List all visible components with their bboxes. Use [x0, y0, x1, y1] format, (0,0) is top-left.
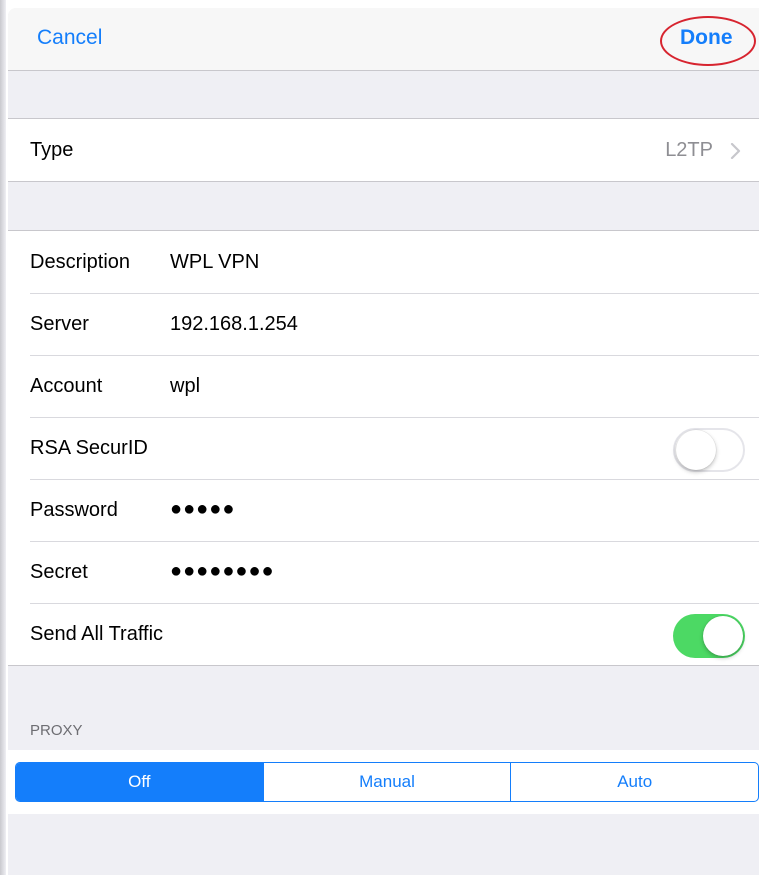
- chevron-right-icon: [730, 143, 741, 159]
- type-label: Type: [30, 139, 74, 161]
- rsa-securid-toggle[interactable]: [673, 428, 745, 472]
- left-edge: [0, 0, 6, 875]
- type-row[interactable]: Type L2TP: [8, 119, 759, 181]
- server-row[interactable]: Server 192.168.1.254: [8, 293, 759, 355]
- account-field[interactable]: wpl: [170, 375, 200, 398]
- done-button[interactable]: Done: [680, 26, 733, 50]
- server-field[interactable]: 192.168.1.254: [170, 313, 298, 336]
- secret-field[interactable]: ●●●●●●●●: [170, 560, 275, 583]
- type-value: L2TP: [665, 139, 713, 161]
- proxy-option-auto[interactable]: Auto: [510, 763, 758, 801]
- toggle-knob: [703, 616, 743, 656]
- send-all-traffic-toggle[interactable]: [673, 614, 745, 658]
- server-label: Server: [30, 313, 89, 335]
- vpn-settings-group: Description WPL VPN Server 192.168.1.254…: [8, 230, 759, 666]
- proxy-group: Off Manual Auto: [8, 750, 759, 814]
- secret-label: Secret: [30, 561, 88, 583]
- type-group: Type L2TP: [8, 118, 759, 182]
- description-field[interactable]: WPL VPN: [170, 251, 259, 274]
- proxy-option-manual[interactable]: Manual: [262, 763, 511, 801]
- proxy-option-off[interactable]: Off: [16, 763, 263, 801]
- send-all-traffic-row: Send All Traffic: [8, 603, 759, 665]
- navigation-bar: Cancel Done: [8, 8, 759, 71]
- cancel-button[interactable]: Cancel: [37, 26, 102, 50]
- description-label: Description: [30, 251, 131, 273]
- password-field[interactable]: ●●●●●: [170, 498, 235, 521]
- account-row[interactable]: Account wpl: [8, 355, 759, 417]
- proxy-section-header: PROXY: [30, 722, 83, 739]
- account-label: Account: [30, 375, 103, 397]
- send-all-traffic-label: Send All Traffic: [30, 623, 164, 645]
- toggle-knob: [676, 430, 716, 470]
- proxy-segmented-control: Off Manual Auto: [15, 762, 759, 802]
- vpn-config-sheet: Cancel Done Type L2TP Description WPL VP…: [8, 8, 759, 875]
- password-label: Password: [30, 499, 118, 521]
- secret-row[interactable]: Secret ●●●●●●●●: [8, 541, 759, 603]
- screen: Cancel Done Type L2TP Description WPL VP…: [0, 0, 759, 875]
- rsa-securid-label: RSA SecurID: [30, 437, 148, 459]
- description-row[interactable]: Description WPL VPN: [8, 231, 759, 293]
- password-row[interactable]: Password ●●●●●: [8, 479, 759, 541]
- rsa-securid-row: RSA SecurID: [8, 417, 759, 479]
